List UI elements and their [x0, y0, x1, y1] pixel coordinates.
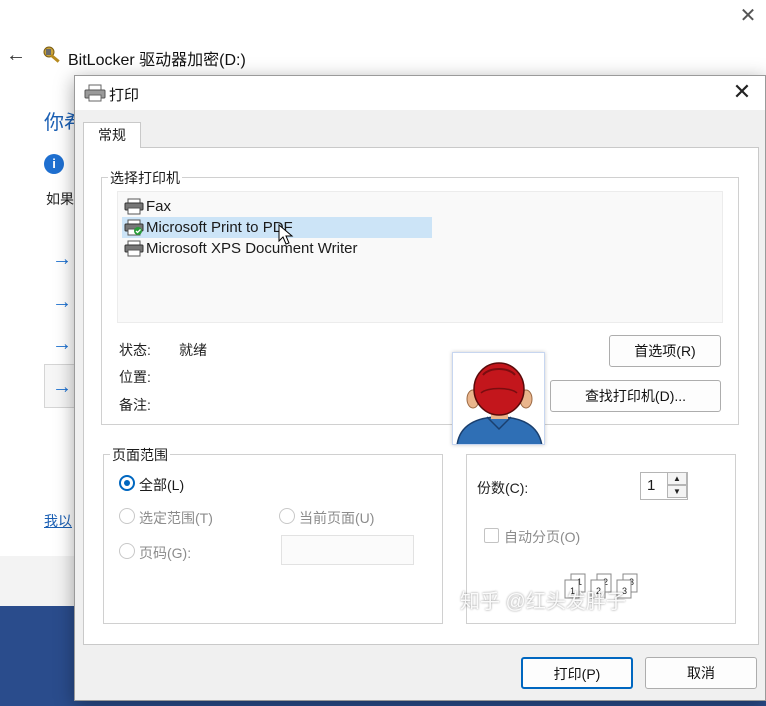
radio-selection[interactable]	[119, 508, 135, 524]
dialog-title: 打印	[109, 87, 140, 104]
printer-icon	[124, 198, 144, 215]
printer-icon	[84, 84, 106, 102]
radio-selection-label[interactable]: 选定范围(T)	[139, 508, 213, 528]
window-title: BitLocker 驱动器加密(D:)	[68, 52, 246, 69]
close-icon[interactable]: ✕	[731, 81, 753, 103]
collate-label[interactable]: 自动分页(O)	[504, 527, 580, 547]
info-icon: i	[44, 154, 64, 174]
status-value: 就绪	[179, 342, 207, 358]
radio-current-page[interactable]	[279, 508, 295, 524]
cancel-button[interactable]: 取消	[645, 657, 757, 689]
dialog-titlebar: 打印 ✕	[75, 76, 765, 110]
status-label: 状态:	[119, 342, 151, 358]
printer-list[interactable]: Fax Microsoft Print to PDF Microsoft XPS…	[117, 191, 723, 323]
location-label: 位置:	[119, 369, 151, 385]
avatar	[452, 352, 545, 445]
printer-name: Microsoft XPS Document Writer	[146, 240, 358, 257]
printer-name: Fax	[146, 198, 172, 215]
back-arrow-icon[interactable]: ←	[6, 44, 26, 67]
collate-checkbox[interactable]	[484, 528, 499, 543]
radio-all-label[interactable]: 全部(L)	[139, 475, 184, 495]
preferences-button[interactable]: 首选项(R)	[609, 335, 721, 367]
tab-general[interactable]: 常规	[83, 122, 141, 148]
printer-name: Microsoft Print to PDF	[146, 219, 293, 236]
printer-default-icon	[124, 219, 144, 236]
arrow-right-icon[interactable]: →	[52, 376, 72, 399]
arrow-right-icon[interactable]: →	[52, 291, 72, 314]
spin-up-icon[interactable]: ▲	[667, 472, 687, 485]
description-text: 如果	[46, 191, 74, 207]
radio-pages-label[interactable]: 页码(G):	[139, 543, 191, 563]
copies-label: 份数(C):	[477, 480, 529, 496]
select-printer-title: 选择打印机	[108, 168, 182, 188]
watermark-text: 知乎 @红头发胖子	[460, 591, 626, 613]
print-button[interactable]: 打印(P)	[521, 657, 633, 689]
pages-input[interactable]	[281, 535, 414, 565]
help-link[interactable]: 我以	[44, 511, 72, 531]
arrow-right-icon[interactable]: →	[52, 333, 72, 356]
radio-all[interactable]	[119, 475, 135, 491]
find-printer-button[interactable]: 查找打印机(D)...	[550, 380, 721, 412]
printer-item-fax[interactable]: Fax	[122, 196, 432, 217]
arrow-right-icon[interactable]: →	[52, 248, 72, 271]
spin-down-icon[interactable]: ▼	[667, 485, 687, 498]
printer-icon	[124, 240, 144, 257]
page-range-title: 页面范围	[110, 445, 170, 465]
mouse-cursor-icon	[278, 224, 294, 245]
key-icon	[43, 46, 60, 63]
printer-item-microsoft-print-to-pdf[interactable]: Microsoft Print to PDF	[122, 217, 432, 238]
radio-current-page-label[interactable]: 当前页面(U)	[299, 508, 374, 528]
printer-item-microsoft-xps-document-writer[interactable]: Microsoft XPS Document Writer	[122, 238, 432, 259]
print-dialog: 打印 ✕ 常规 选择打印机 Fax Microsoft Print to PDF…	[74, 75, 766, 701]
comment-label: 备注:	[119, 397, 151, 413]
radio-pages[interactable]	[119, 543, 135, 559]
close-icon[interactable]: ✕	[738, 6, 758, 26]
